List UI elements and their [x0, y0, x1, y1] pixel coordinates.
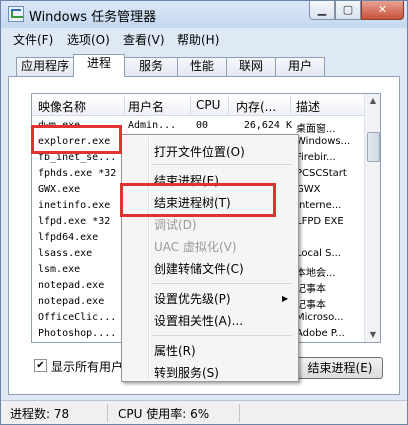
- vertical-scrollbar[interactable]: ▲ ▼: [364, 94, 380, 342]
- status-cpu-usage: CPU 使用率: 6%: [118, 407, 210, 421]
- cell-description: PCSCStart: [296, 168, 347, 179]
- cell-description: Local S...: [296, 248, 341, 259]
- maximize-icon[interactable]: ▢: [335, 1, 361, 20]
- context-menu: 打开文件位置(O) 结束进程(E) 结束进程树(T) 调试(D) UAC 虚拟化…: [121, 134, 299, 382]
- window-title: Windows 任务管理器: [29, 10, 157, 25]
- cell-description: 桌面窗...: [296, 124, 336, 135]
- cell-image-name: OfficeClic...: [38, 312, 117, 323]
- task-manager-app-icon: [8, 6, 24, 22]
- ctx-open-file-location[interactable]: 打开文件位置(O): [154, 143, 245, 160]
- col-image-name[interactable]: 映像名称: [38, 98, 86, 115]
- cell-image-name: fb_inet_se...: [38, 152, 117, 163]
- status-divider: [239, 404, 240, 422]
- scroll-up-icon[interactable]: ▲: [368, 96, 378, 106]
- ctx-uac-virtualization[interactable]: UAC 虚拟化(V): [154, 238, 237, 255]
- tab-performance[interactable]: 性能: [177, 57, 227, 76]
- cell-description: 记事本: [296, 284, 326, 295]
- cell-image-name: fphds.exe *32: [38, 168, 117, 179]
- end-process-button[interactable]: 结束进程(E): [297, 357, 383, 379]
- submenu-arrow-icon: ▶: [282, 294, 289, 303]
- menu-help[interactable]: 帮助(H): [177, 31, 219, 48]
- cell-description: 记事本: [296, 300, 326, 311]
- menu-divider: [152, 283, 292, 284]
- cell-description: Adobe P...: [296, 328, 345, 339]
- cell-image-name: inetinfo.exe: [38, 200, 111, 211]
- scroll-down-icon[interactable]: ▼: [368, 330, 378, 340]
- col-cpu[interactable]: CPU: [196, 98, 220, 112]
- tab-processes[interactable]: 进程: [73, 54, 125, 77]
- cell-image-name: GWX.exe: [38, 184, 81, 195]
- tab-users[interactable]: 用户: [275, 57, 325, 76]
- menu-file[interactable]: 文件(F): [13, 31, 53, 48]
- cell-image-name: dwm.exe: [38, 120, 81, 131]
- table-row[interactable]: dwm.exe Admin... 00 26,624 K 桌面窗...: [32, 118, 364, 135]
- status-bar: 进程数: 78 CPU 使用率: 6%: [1, 400, 407, 424]
- cell-image-name: explorer.exe: [38, 136, 111, 147]
- cell-description: GWX: [296, 184, 321, 195]
- title-bar[interactable]: Windows 任务管理器 ▁ ▢ ✕: [1, 1, 407, 28]
- cell-description: Interne...: [296, 200, 342, 211]
- ctx-go-to-service[interactable]: 转到服务(S): [154, 364, 219, 381]
- menu-divider: [152, 164, 292, 165]
- cell-image-name: lfpd64.exe: [38, 232, 99, 243]
- cell-memory: 26,624 K: [243, 120, 292, 131]
- menu-bar: 文件(F) 选项(O) 查看(V) 帮助(H): [1, 29, 407, 49]
- cell-user-name: Admin...: [128, 120, 177, 131]
- col-divider[interactable]: [228, 96, 229, 114]
- ctx-set-priority[interactable]: 设置优先级(P): [154, 290, 231, 307]
- cell-description: Firebir...: [296, 152, 336, 163]
- ctx-end-process[interactable]: 结束进程(E): [154, 172, 219, 189]
- scrollbar-thumb[interactable]: [367, 132, 380, 162]
- cell-image-name: lfpd.exe *32: [38, 216, 111, 227]
- tab-networking[interactable]: 联网: [226, 57, 276, 76]
- cell-image-name: lsm.exe: [38, 264, 81, 275]
- cell-image-name: notepad.exe: [38, 280, 105, 291]
- status-process-count: 进程数: 78: [10, 407, 70, 421]
- menu-options[interactable]: 选项(O): [67, 31, 110, 48]
- cell-cpu: 00: [196, 120, 209, 131]
- col-divider[interactable]: [190, 96, 191, 114]
- cell-image-name: lsass.exe: [38, 248, 93, 259]
- col-user-name[interactable]: 用户名: [128, 98, 164, 115]
- tab-services[interactable]: 服务: [124, 57, 178, 76]
- tab-applications[interactable]: 应用程序: [16, 57, 74, 76]
- cell-description: LFPD EXE: [296, 216, 344, 227]
- ctx-properties[interactable]: 属性(R): [154, 342, 196, 359]
- col-memory[interactable]: 内存(...: [236, 98, 276, 115]
- cell-image-name: notepad.exe: [38, 296, 105, 307]
- col-divider[interactable]: [290, 96, 291, 114]
- menu-divider: [152, 335, 292, 336]
- col-description[interactable]: 描述: [296, 98, 320, 115]
- cell-description: Microso...: [296, 312, 344, 323]
- menu-view[interactable]: 查看(V): [123, 31, 165, 48]
- status-divider: [107, 404, 108, 422]
- cell-description: Windows...: [296, 136, 351, 147]
- list-header: 映像名称 用户名 CPU 内存(... 描述: [32, 94, 364, 116]
- ctx-set-affinity[interactable]: 设置相关性(A)...: [154, 312, 243, 329]
- show-all-users-checkbox[interactable]: ✔: [34, 359, 47, 372]
- ctx-create-dump-file[interactable]: 创建转储文件(C): [154, 260, 244, 277]
- col-divider[interactable]: [124, 96, 125, 114]
- ctx-end-process-tree[interactable]: 结束进程树(T): [154, 194, 231, 211]
- show-all-users-label: 显示所有用户: [51, 360, 124, 374]
- minimize-icon[interactable]: ▁: [309, 1, 335, 20]
- cell-image-name: Photoshop....: [38, 328, 117, 339]
- cell-description: 本地会...: [296, 268, 336, 279]
- task-manager-window: Windows 任务管理器 ▁ ▢ ✕ 文件(F) 选项(O) 查看(V) 帮助…: [0, 0, 408, 425]
- close-icon[interactable]: ✕: [361, 1, 404, 20]
- ctx-debug[interactable]: 调试(D): [154, 216, 197, 233]
